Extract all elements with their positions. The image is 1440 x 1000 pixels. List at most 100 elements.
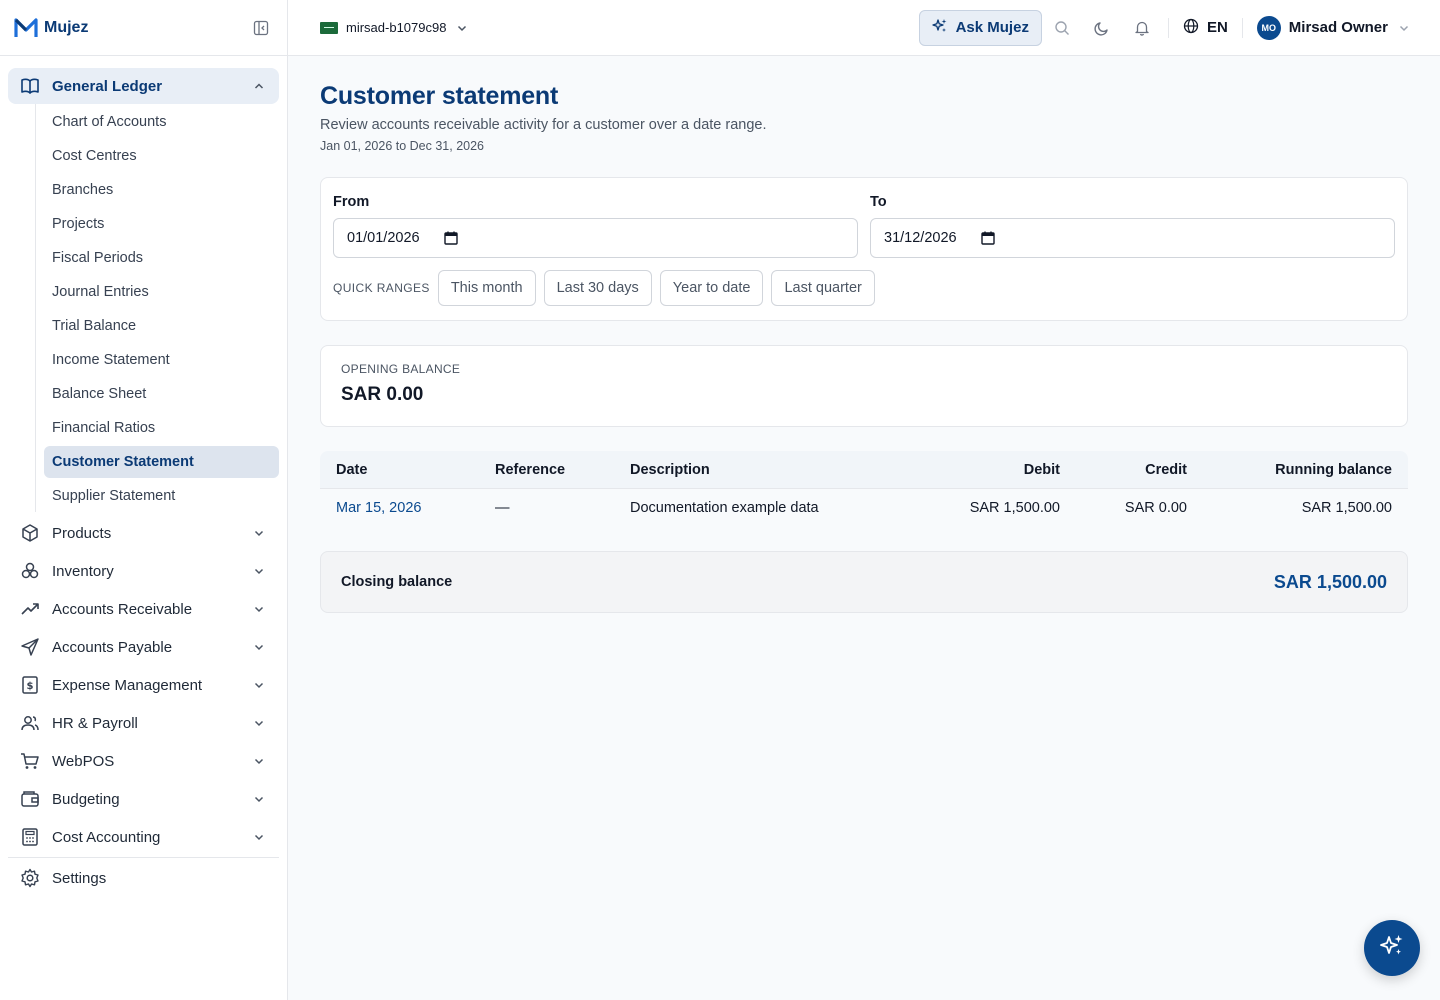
boxes-icon — [20, 561, 40, 581]
sidebar-item-accounts-payable[interactable]: Accounts Payable — [8, 628, 279, 666]
sidebar-item-products[interactable]: Products — [8, 514, 279, 552]
sidebar-item-supplier-statement[interactable]: Supplier Statement — [44, 480, 279, 512]
sidebar-item-chart-of-accounts[interactable]: Chart of Accounts — [44, 106, 279, 138]
cell-credit: SAR 0.00 — [1124, 500, 1187, 516]
user-name: Mirsad Owner — [1288, 19, 1388, 36]
sidebar-item-trial-balance[interactable]: Trial Balance — [44, 310, 279, 342]
from-date-input[interactable]: 01/01/2026 — [333, 218, 858, 258]
chevron-down-icon — [251, 677, 267, 693]
sidebar-item-label: Expense Management — [52, 676, 203, 694]
chevron-down-icon — [251, 563, 267, 579]
users-icon — [20, 713, 40, 733]
mujez-logo-icon — [14, 17, 38, 37]
globe-icon — [1183, 18, 1199, 38]
calendar-icon[interactable] — [443, 231, 458, 245]
quick-range-year-to-date-button[interactable]: Year to date — [659, 270, 764, 306]
chevron-down-icon — [251, 715, 267, 731]
sidebar-item-income-statement[interactable]: Income Statement — [44, 344, 279, 376]
sidebar-item-projects[interactable]: Projects — [44, 208, 279, 240]
send-icon — [20, 637, 40, 657]
cell-date: Mar 15, 2026 — [320, 500, 479, 516]
chevron-down-icon — [454, 20, 470, 36]
ask-mujez-button[interactable]: Ask Mujez — [918, 9, 1042, 46]
page-title: Customer statement — [320, 82, 559, 110]
cart-icon — [20, 751, 40, 771]
sidebar-item-expense-management[interactable]: $ Expense Management — [8, 666, 279, 704]
sidebar-item-financial-ratios[interactable]: Financial Ratios — [44, 412, 279, 444]
quick-range-this-month-button[interactable]: This month — [437, 270, 536, 306]
sparkles-icon — [1379, 933, 1405, 964]
column-header-debit: Debit — [1023, 461, 1060, 478]
sidebar-item-customer-statement[interactable]: Customer Statement — [44, 446, 279, 478]
saudi-flag-icon — [320, 21, 338, 34]
search-icon[interactable] — [1042, 10, 1082, 46]
page-date-range: Jan 01, 2026 to Dec 31, 2026 — [320, 139, 485, 153]
sidebar-group-general-ledger[interactable]: General Ledger — [8, 68, 279, 104]
topbar-separator — [1167, 17, 1169, 38]
language-code: EN — [1206, 19, 1228, 36]
sidebar-item-webpos[interactable]: WebPOS — [8, 742, 279, 780]
from-field: From 01/01/2026 — [333, 194, 858, 258]
page-subtitle: Review accounts receivable activity for … — [320, 117, 767, 133]
table-row: Mar 15, 2026 — Documentation example dat… — [320, 489, 1408, 527]
sidebar-item-hr-payroll[interactable]: HR & Payroll — [8, 704, 279, 742]
to-label: To — [870, 194, 887, 210]
sidebar-item-journal-entries[interactable]: Journal Entries — [44, 276, 279, 308]
sidebar-item-label: Inventory — [52, 562, 114, 580]
chevron-down-icon — [251, 525, 267, 541]
sidebar-item-label: WebPOS — [52, 752, 115, 770]
column-header-running-balance: Running balance — [1275, 461, 1392, 478]
brand-logo[interactable]: Mujez — [14, 17, 88, 39]
sidebar-item-label: Budgeting — [52, 790, 120, 808]
sidebar-collapse-icon[interactable] — [251, 18, 271, 38]
main-content: Customer statement Review accounts recei… — [320, 56, 1408, 613]
closing-balance-label: Closing balance — [341, 574, 453, 590]
sidebar-divider — [8, 857, 279, 858]
sidebar-item-balance-sheet[interactable]: Balance Sheet — [44, 378, 279, 410]
sidebar: Mujez General Ledger Chart of Accounts C… — [0, 0, 288, 1000]
sidebar-item-settings[interactable]: Settings — [8, 859, 279, 897]
chevron-down-icon — [251, 791, 267, 807]
language-switcher[interactable]: EN — [1175, 18, 1236, 38]
closing-balance-card: Closing balance SAR 1,500.00 — [320, 551, 1408, 613]
closing-balance-value: SAR 1,500.00 — [1273, 571, 1387, 592]
quick-ranges: QUICK RANGES This month Last 30 days Yea… — [333, 270, 1395, 306]
sidebar-item-fiscal-periods[interactable]: Fiscal Periods — [44, 242, 279, 274]
topbar-actions: Ask Mujez EN MO Mirsad Owner — [918, 9, 1416, 46]
from-label: From — [333, 194, 370, 210]
chevron-down-icon — [251, 639, 267, 655]
sidebar-item-accounts-receivable[interactable]: Accounts Receivable — [8, 590, 279, 628]
quick-range-last-30-days-button[interactable]: Last 30 days — [543, 270, 652, 306]
sidebar-item-inventory[interactable]: Inventory — [8, 552, 279, 590]
cell-reference: — — [495, 500, 510, 516]
company-switcher[interactable]: mirsad-b1079c98 — [320, 20, 470, 36]
cell-debit: SAR 1,500.00 — [969, 500, 1060, 516]
sidebar-item-label: Cost Accounting — [52, 828, 161, 846]
moon-icon[interactable] — [1082, 10, 1122, 46]
sidebar-item-cost-centres[interactable]: Cost Centres — [44, 140, 279, 172]
table-header: Date Reference Description Debit Credit … — [320, 451, 1408, 489]
book-icon — [20, 76, 40, 96]
brand-name: Mujez — [44, 18, 89, 36]
chevron-down-icon — [251, 601, 267, 617]
statement-table: Date Reference Description Debit Credit … — [320, 451, 1408, 527]
quick-range-last-quarter-button[interactable]: Last quarter — [771, 270, 875, 306]
user-menu[interactable]: MO Mirsad Owner — [1249, 15, 1416, 40]
sidebar-item-budgeting[interactable]: Budgeting — [8, 780, 279, 818]
wallet-icon — [20, 789, 40, 809]
column-header-credit: Credit — [1145, 461, 1187, 478]
receipt-dollar-icon: $ — [20, 675, 40, 695]
opening-balance-card: OPENING BALANCE SAR 0.00 — [320, 345, 1408, 427]
column-header-date: Date — [336, 461, 368, 478]
quick-ranges-label: QUICK RANGES — [333, 281, 430, 295]
to-date-input[interactable]: 31/12/2026 — [870, 218, 1395, 258]
sidebar-item-label: Settings — [52, 869, 107, 887]
row-date-link[interactable]: Mar 15, 2026 — [336, 500, 421, 516]
sidebar-item-branches[interactable]: Branches — [44, 174, 279, 206]
calendar-icon[interactable] — [980, 231, 995, 245]
ai-assistant-fab[interactable] — [1364, 920, 1420, 976]
bell-icon[interactable] — [1122, 10, 1162, 46]
sidebar-item-cost-accounting[interactable]: Cost Accounting — [8, 818, 279, 856]
sidebar-group-label: General Ledger — [52, 77, 163, 95]
topbar-separator — [1241, 17, 1243, 38]
